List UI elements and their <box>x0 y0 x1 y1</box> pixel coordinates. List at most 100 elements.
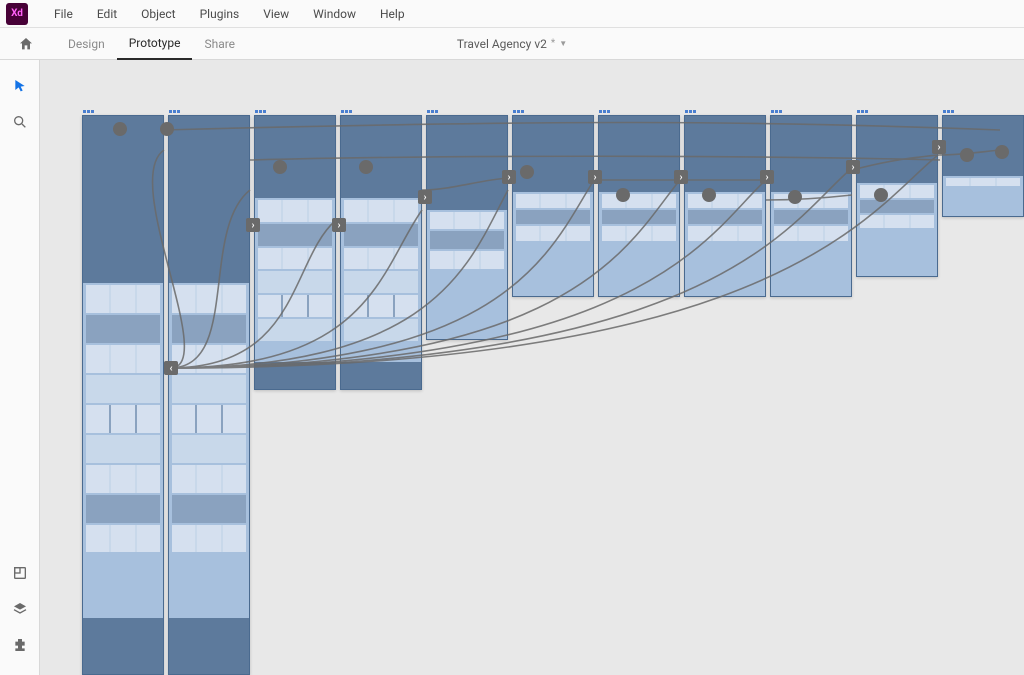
artboard-hero <box>169 116 249 283</box>
menu-file[interactable]: File <box>42 7 85 21</box>
connection-node[interactable] <box>502 170 516 184</box>
artboard-block <box>344 248 418 270</box>
artboard-hero <box>341 116 421 198</box>
menu-help[interactable]: Help <box>368 7 417 21</box>
artboard-handle-icon[interactable] <box>771 110 782 113</box>
artboard-handle-icon[interactable] <box>943 110 954 113</box>
flow-home-node[interactable] <box>164 361 178 375</box>
artboard-handle-icon[interactable] <box>427 110 438 113</box>
connection-node[interactable] <box>932 140 946 154</box>
artboard-block <box>172 435 246 463</box>
search-icon <box>12 114 28 130</box>
app-logo: Xd <box>6 3 28 25</box>
artboard-block <box>344 224 418 246</box>
artboard-block <box>946 178 1020 186</box>
unsaved-indicator-icon: * <box>551 38 555 49</box>
artboard[interactable] <box>684 115 766 297</box>
tab-design[interactable]: Design <box>56 28 117 59</box>
artboard-hero <box>857 116 937 183</box>
menu-plugins[interactable]: Plugins <box>188 7 252 21</box>
artboard-block <box>258 271 332 293</box>
connection-node[interactable] <box>520 165 534 179</box>
artboard-block <box>430 212 504 230</box>
artboard-footer <box>83 618 163 674</box>
artboard-block <box>172 285 246 313</box>
artboard-block <box>258 224 332 246</box>
artboard-handle-icon[interactable] <box>341 110 352 113</box>
artboard[interactable] <box>770 115 852 297</box>
artboard[interactable] <box>168 115 250 675</box>
artboard[interactable] <box>598 115 680 297</box>
artboard-block <box>86 525 160 553</box>
artboard-block <box>258 248 332 270</box>
artboard-block <box>860 215 934 228</box>
connection-node[interactable] <box>160 122 174 136</box>
artboard-block <box>86 375 160 403</box>
artboard[interactable] <box>512 115 594 297</box>
connection-node[interactable] <box>332 218 346 232</box>
artboard-handle-icon[interactable] <box>513 110 524 113</box>
artboard[interactable] <box>340 115 422 390</box>
connection-node[interactable] <box>788 190 802 204</box>
plugins-panel-button[interactable] <box>4 629 36 661</box>
artboard-block <box>172 405 246 433</box>
artboard-footer <box>341 362 421 389</box>
artboard-handle-icon[interactable] <box>685 110 696 113</box>
cursor-icon <box>12 78 28 94</box>
menu-window[interactable]: Window <box>301 7 368 21</box>
artboard[interactable] <box>942 115 1024 217</box>
home-button[interactable] <box>14 32 38 56</box>
connection-node[interactable] <box>246 218 260 232</box>
artboard-handle-icon[interactable] <box>169 110 180 113</box>
artboard-block <box>602 194 676 208</box>
connection-node[interactable] <box>113 122 127 136</box>
artboard[interactable] <box>856 115 938 277</box>
mode-tabbar: Design Prototype Share Travel Agency v2 … <box>0 28 1024 60</box>
menu-edit[interactable]: Edit <box>85 7 129 21</box>
tab-share[interactable]: Share <box>192 28 247 59</box>
connection-node[interactable] <box>846 160 860 174</box>
connection-node[interactable] <box>674 170 688 184</box>
artboard-hero <box>255 116 335 198</box>
artboard-handle-icon[interactable] <box>255 110 266 113</box>
document-title[interactable]: Travel Agency v2 * ▼ <box>457 37 567 51</box>
artboard-handle-icon[interactable] <box>83 110 94 113</box>
menu-view[interactable]: View <box>251 7 301 21</box>
connection-node[interactable] <box>588 170 602 184</box>
artboard-hero <box>427 116 507 210</box>
select-tool[interactable] <box>4 70 36 102</box>
artboard-handle-icon[interactable] <box>599 110 610 113</box>
artboard[interactable] <box>254 115 336 390</box>
chevron-down-icon: ▼ <box>559 39 567 48</box>
artboard[interactable] <box>426 115 508 340</box>
artboard-block <box>688 194 762 208</box>
plugin-icon <box>12 637 28 653</box>
document-name: Travel Agency v2 <box>457 37 547 51</box>
artboard-block <box>258 295 332 317</box>
artboard[interactable] <box>82 115 164 675</box>
artboard-handle-icon[interactable] <box>857 110 868 113</box>
connection-node[interactable] <box>418 190 432 204</box>
connection-node[interactable] <box>995 145 1009 159</box>
menu-object[interactable]: Object <box>129 7 187 21</box>
artboard-block <box>344 295 418 317</box>
prototype-canvas[interactable] <box>40 60 1024 675</box>
artboard-hero <box>83 116 163 283</box>
artboard-block <box>172 495 246 523</box>
artboard-hero <box>943 116 1023 176</box>
connection-node[interactable] <box>874 188 888 202</box>
artboard-block <box>172 465 246 493</box>
connection-node[interactable] <box>616 188 630 202</box>
connection-node[interactable] <box>760 170 774 184</box>
connection-node[interactable] <box>359 160 373 174</box>
artboard-footer <box>255 362 335 389</box>
connection-node[interactable] <box>273 160 287 174</box>
artboard-block <box>86 495 160 523</box>
zoom-tool[interactable] <box>4 106 36 138</box>
assets-panel-button[interactable] <box>4 557 36 589</box>
layers-panel-button[interactable] <box>4 593 36 625</box>
artboard-block <box>688 226 762 240</box>
connection-node[interactable] <box>702 188 716 202</box>
tab-prototype[interactable]: Prototype <box>117 27 193 60</box>
connection-node[interactable] <box>960 148 974 162</box>
